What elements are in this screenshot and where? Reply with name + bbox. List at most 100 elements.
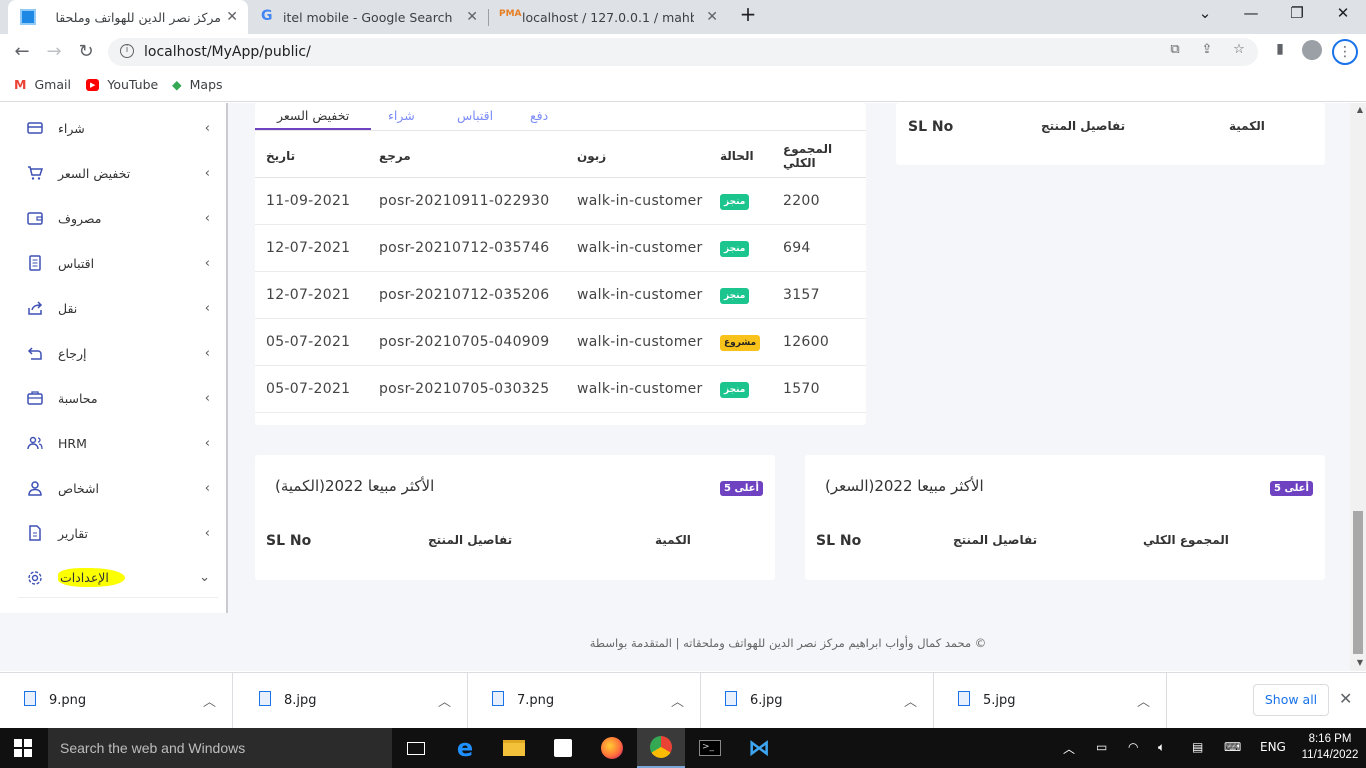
window-close-button[interactable]: ✕ xyxy=(1328,4,1358,22)
top5-badge: أعلى 5 xyxy=(1270,481,1313,496)
vscode-icon[interactable]: ⋈ xyxy=(735,728,783,768)
close-icon[interactable]: ✕ xyxy=(466,9,478,25)
notification-icon[interactable]: ▤ xyxy=(1192,740,1203,754)
share-icon[interactable]: ⇪ xyxy=(1196,42,1218,62)
tab-active[interactable]: مركز نصر الدين للهواتف وملحقاته ✕ xyxy=(8,0,248,34)
language-indicator[interactable]: ENG xyxy=(1260,740,1286,754)
tab-phpmyadmin[interactable]: PMA localhost / 127.0.0.1 / mahbraco_ ✕ xyxy=(490,0,728,34)
menu-icon[interactable]: ⋮ xyxy=(1332,39,1358,65)
cell-date: 05-07-2021 xyxy=(255,365,379,413)
keyboard-icon[interactable]: ⌨ xyxy=(1224,740,1241,754)
cell-reference: posr-20210712-035206 xyxy=(379,271,577,319)
tab-separator xyxy=(488,9,489,26)
url-text[interactable]: localhost/MyApp/public/ xyxy=(144,44,311,60)
tab-sale[interactable]: تخفيض السعر xyxy=(255,108,372,130)
chevron-up-icon[interactable]: ︿ xyxy=(904,691,917,710)
store-icon[interactable] xyxy=(539,728,587,768)
minimize-button[interactable]: — xyxy=(1236,4,1266,22)
download-item[interactable]: 5.jpg ︿ xyxy=(934,673,1167,729)
reload-button[interactable]: ↻ xyxy=(74,40,98,64)
file-explorer-icon[interactable] xyxy=(490,728,538,768)
new-tab-button[interactable]: + xyxy=(733,2,763,26)
table-row[interactable]: 05-07-2021 posr-20210705-030325 walk-in-cu… xyxy=(255,365,866,413)
tab-purchase[interactable]: شراء xyxy=(388,108,415,123)
table-row[interactable]: 05-07-2021 posr-20210705-040909 walk-in-cu… xyxy=(255,318,866,366)
chevron-up-icon[interactable]: ︿ xyxy=(671,691,684,710)
terminal-icon[interactable]: >_ xyxy=(686,728,734,768)
edge-icon[interactable]: e xyxy=(441,728,489,768)
page-scrollbar[interactable]: ▲ ▼ xyxy=(1350,103,1366,671)
show-all-button[interactable]: Show all xyxy=(1253,684,1329,716)
firefox-icon[interactable] xyxy=(588,728,636,768)
close-icon[interactable]: ✕ xyxy=(1339,689,1352,708)
sidebar-item-return[interactable]: إرجاع ‹ xyxy=(18,333,218,373)
tab-payment[interactable]: دفع xyxy=(530,108,548,123)
table-row[interactable]: 11-09-2021 posr-20210911-022930 walk-in-cu… xyxy=(255,177,866,225)
card-icon xyxy=(27,122,43,134)
star-icon[interactable]: ☆ xyxy=(1228,42,1250,62)
cart-icon xyxy=(28,166,44,180)
close-icon[interactable]: ✕ xyxy=(226,9,238,25)
forward-button[interactable]: → xyxy=(42,40,66,64)
tab-quotation[interactable]: اقتباس xyxy=(457,108,493,123)
sidebar-item-sale[interactable]: تخفيض السعر ‹ xyxy=(18,153,218,193)
cell-customer: walk-in-customer xyxy=(577,271,720,319)
address-bar[interactable]: i localhost/MyApp/public/ ⧉ ⇪ ☆ xyxy=(108,38,1258,66)
download-item[interactable]: 8.jpg ︿ xyxy=(235,673,468,729)
translate-icon[interactable]: ⧉ xyxy=(1164,42,1186,62)
taskbar-clock[interactable]: 8:16 PM 11/14/2022 xyxy=(1300,731,1360,763)
close-icon[interactable]: ✕ xyxy=(706,9,718,25)
cell-total: 3157 xyxy=(783,271,866,319)
downloads-bar: 9.png ︿ 8.jpg ︿ 7.png ︿ 6.jpg ︿ 5.jpg ︿ … xyxy=(0,672,1366,729)
taskbar-search[interactable]: Search the web and Windows xyxy=(48,728,392,768)
table-row[interactable]: 12-07-2021 posr-20210712-035206 walk-in-cu… xyxy=(255,271,866,319)
chevron-left-icon: ‹ xyxy=(204,435,210,451)
back-button[interactable]: ← xyxy=(10,40,34,64)
cell-total: 694 xyxy=(783,224,866,272)
chevron-left-icon: ‹ xyxy=(204,525,210,541)
scrollbar-thumb[interactable] xyxy=(1353,511,1363,654)
cell-reference: posr-20210705-030325 xyxy=(379,365,577,413)
sidebar-item-expense[interactable]: مصروف ‹ xyxy=(18,198,218,238)
sidebar-item-hrm[interactable]: HRM ‹ xyxy=(18,423,218,463)
sidebar-item-reports[interactable]: تقارير ‹ xyxy=(18,513,218,553)
chevron-up-icon[interactable]: ︿ xyxy=(203,691,216,710)
chevron-up-icon[interactable]: ︿ xyxy=(1137,691,1150,710)
chevron-up-icon[interactable]: ︿ xyxy=(438,691,451,710)
user-icon xyxy=(28,481,42,496)
battery-icon[interactable]: ▭ xyxy=(1096,740,1107,754)
chevron-up-icon[interactable]: ︿ xyxy=(1063,740,1075,757)
download-item[interactable]: 9.png ︿ xyxy=(0,673,233,729)
table-row[interactable]: 12-07-2021 posr-20210712-035746 walk-in-cu… xyxy=(255,224,866,272)
sidebar-item-settings[interactable]: الإعدادات ⌄ xyxy=(18,558,218,598)
sidebar-item-quotation[interactable]: اقتباس ‹ xyxy=(18,243,218,283)
cell-status: مشروع xyxy=(720,318,783,366)
profile-icon[interactable] xyxy=(1300,40,1324,63)
windows-start-icon[interactable] xyxy=(14,739,32,757)
scroll-down-arrow[interactable]: ▼ xyxy=(1357,658,1363,667)
search-placeholder: Search the web and Windows xyxy=(60,740,246,756)
bookmark-gmail[interactable]: M Gmail xyxy=(14,77,71,92)
tab-search-icon[interactable]: ⌄ xyxy=(1190,4,1220,22)
info-icon[interactable]: i xyxy=(120,44,134,58)
sidebar-item-accounting[interactable]: محاسبة ‹ xyxy=(18,378,218,418)
download-item[interactable]: 7.png ︿ xyxy=(468,673,701,729)
cell-date: 12-07-2021 xyxy=(255,271,379,319)
bookmark-youtube[interactable]: ▶ YouTube xyxy=(86,77,158,92)
chrome-icon[interactable] xyxy=(637,728,685,768)
task-view-icon[interactable] xyxy=(392,728,440,768)
sidebar-item-transfer[interactable]: نقل ‹ xyxy=(18,288,218,328)
download-item[interactable]: 6.jpg ︿ xyxy=(701,673,934,729)
sidebar-item-purchase[interactable]: شراء ‹ xyxy=(18,108,218,148)
side-panel-icon[interactable]: ▮ xyxy=(1268,41,1292,63)
tab-google[interactable]: G itel mobile - Google Search ✕ xyxy=(250,0,488,34)
google-icon: G xyxy=(261,8,273,24)
sidebar-item-people[interactable]: اشخاص ‹ xyxy=(18,468,218,508)
maximize-button[interactable]: ❐ xyxy=(1282,4,1312,22)
wifi-icon[interactable]: ◠ xyxy=(1128,740,1138,754)
download-filename: 7.png xyxy=(517,693,555,708)
chevron-left-icon: ‹ xyxy=(204,120,210,136)
bookmark-maps[interactable]: ◆ Maps xyxy=(172,77,223,92)
scroll-up-arrow[interactable]: ▲ xyxy=(1357,105,1363,114)
volume-icon[interactable]: 🔈︎ xyxy=(1158,740,1165,755)
